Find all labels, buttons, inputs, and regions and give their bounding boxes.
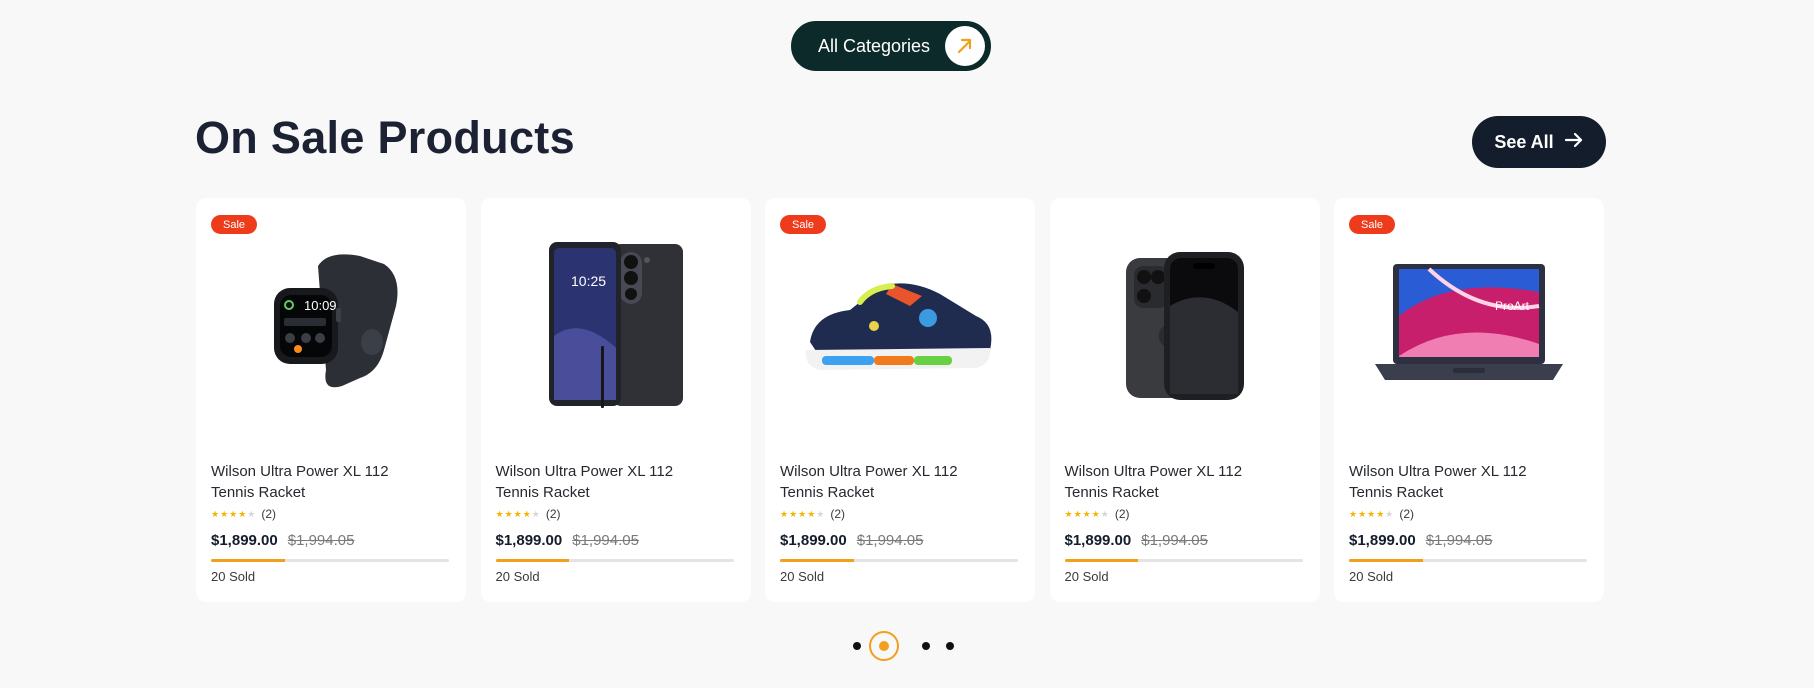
original-price: $1,994.05 bbox=[572, 532, 639, 549]
sold-count: 20 Sold bbox=[1064, 569, 1109, 584]
sold-progress-bar bbox=[780, 559, 1018, 562]
star-rating-icon: ★★★★★ bbox=[780, 508, 826, 519]
product-name[interactable]: Wilson Ultra Power XL 112 Tennis Racket bbox=[496, 461, 701, 503]
sold-count: 20 Sold bbox=[495, 569, 540, 584]
sold-progress-fill bbox=[211, 559, 285, 562]
star-rating-icon: ★★★★★ bbox=[1064, 508, 1110, 519]
product-name[interactable]: Wilson Ultra Power XL 112 Tennis Racket bbox=[1349, 461, 1554, 503]
product-rating: ★★★★★ (2) bbox=[1349, 507, 1414, 521]
sold-progress-fill bbox=[1064, 559, 1139, 562]
product-name[interactable]: Wilson Ultra Power XL 112 Tennis Racket bbox=[211, 461, 416, 503]
sold-count: 20 Sold bbox=[1349, 569, 1394, 584]
product-rating: ★★★★★ (2) bbox=[780, 507, 845, 521]
section-title: On Sale Products bbox=[195, 112, 575, 163]
sold-count: 20 Sold bbox=[780, 569, 825, 584]
svg-text:ProArt: ProArt bbox=[1495, 299, 1530, 313]
sold-progress-fill bbox=[1349, 559, 1423, 562]
star-rating-icon: ★★★★★ bbox=[495, 508, 541, 519]
product-image[interactable]: ProArt bbox=[1334, 226, 1604, 426]
original-price: $1,994.05 bbox=[287, 532, 355, 549]
all-categories-label: All Categories bbox=[818, 35, 931, 56]
pagination-dot[interactable] bbox=[869, 631, 899, 661]
star-rating-icon: ★★★★★ bbox=[211, 508, 257, 519]
review-count: (2) bbox=[545, 507, 561, 521]
original-price: $1,994.05 bbox=[856, 532, 924, 549]
sale-price: $1,899.00 bbox=[495, 532, 563, 549]
product-card[interactable]: Sale ProArt Wilson Ultra Power XL 112 Te… bbox=[1334, 198, 1604, 602]
product-image[interactable] bbox=[765, 226, 1035, 426]
sold-progress-bar bbox=[1349, 559, 1587, 562]
sold-progress-bar bbox=[495, 559, 734, 562]
pagination-dot[interactable] bbox=[922, 642, 930, 650]
original-price: $1,994.05 bbox=[1425, 532, 1493, 549]
sale-price: $1,899.00 bbox=[1064, 532, 1132, 549]
arrow-right-icon bbox=[1564, 132, 1584, 153]
price-row: $1,899.00 $1,994.05 bbox=[211, 532, 354, 549]
price-row: $1,899.00 $1,994.05 bbox=[1065, 532, 1208, 549]
review-count: (2) bbox=[1114, 507, 1130, 521]
sale-price: $1,899.00 bbox=[780, 532, 847, 549]
product-rating: ★★★★★ (2) bbox=[1065, 507, 1130, 521]
price-row: $1,899.00 $1,994.05 bbox=[496, 532, 639, 549]
sold-progress-bar bbox=[1064, 559, 1303, 562]
see-all-button[interactable]: See All bbox=[1472, 116, 1606, 168]
sold-count: 20 Sold bbox=[211, 569, 256, 584]
sale-price: $1,899.00 bbox=[1349, 532, 1416, 549]
sold-progress-bar bbox=[211, 559, 449, 562]
sold-progress-fill bbox=[495, 559, 570, 562]
star-rating-icon: ★★★★★ bbox=[1349, 508, 1395, 519]
product-image[interactable]: 10:09 bbox=[196, 226, 466, 426]
sold-progress-fill bbox=[780, 559, 854, 562]
pagination-dot[interactable] bbox=[946, 642, 954, 650]
pagination-dot[interactable] bbox=[853, 642, 861, 650]
product-card[interactable]: Wilson Ultra Power XL 112 Tennis Racket … bbox=[1049, 198, 1320, 602]
product-card[interactable]: Sale 10:09 Wilson Ultra Power XL 112 Ten… bbox=[196, 198, 466, 602]
review-count: (2) bbox=[261, 507, 277, 521]
product-image[interactable] bbox=[1050, 226, 1320, 426]
price-row: $1,899.00 $1,994.05 bbox=[780, 532, 923, 549]
arrow-up-right-icon bbox=[945, 26, 985, 66]
product-image[interactable]: 10:25 bbox=[481, 226, 751, 426]
svg-text:10:09: 10:09 bbox=[304, 298, 337, 313]
see-all-label: See All bbox=[1494, 131, 1554, 152]
product-name[interactable]: Wilson Ultra Power XL 112 Tennis Racket bbox=[780, 461, 985, 503]
sale-price: $1,899.00 bbox=[211, 532, 278, 549]
price-row: $1,899.00 $1,994.05 bbox=[1349, 532, 1492, 549]
all-categories-button[interactable]: All Categories bbox=[791, 21, 991, 71]
product-rating: ★★★★★ (2) bbox=[496, 507, 561, 521]
original-price: $1,994.05 bbox=[1141, 532, 1208, 549]
product-card[interactable]: Sale Wilson Ultra Power XL 112 Tennis Ra… bbox=[765, 198, 1035, 602]
carousel-pagination bbox=[838, 630, 958, 662]
product-name[interactable]: Wilson Ultra Power XL 112 Tennis Racket bbox=[1065, 461, 1270, 503]
svg-text:10:25: 10:25 bbox=[571, 273, 606, 289]
product-rating: ★★★★★ (2) bbox=[211, 507, 276, 521]
review-count: (2) bbox=[1399, 507, 1415, 521]
review-count: (2) bbox=[830, 507, 846, 521]
product-card[interactable]: 10:25 Wilson Ultra Power XL 112 Tennis R… bbox=[480, 198, 751, 602]
